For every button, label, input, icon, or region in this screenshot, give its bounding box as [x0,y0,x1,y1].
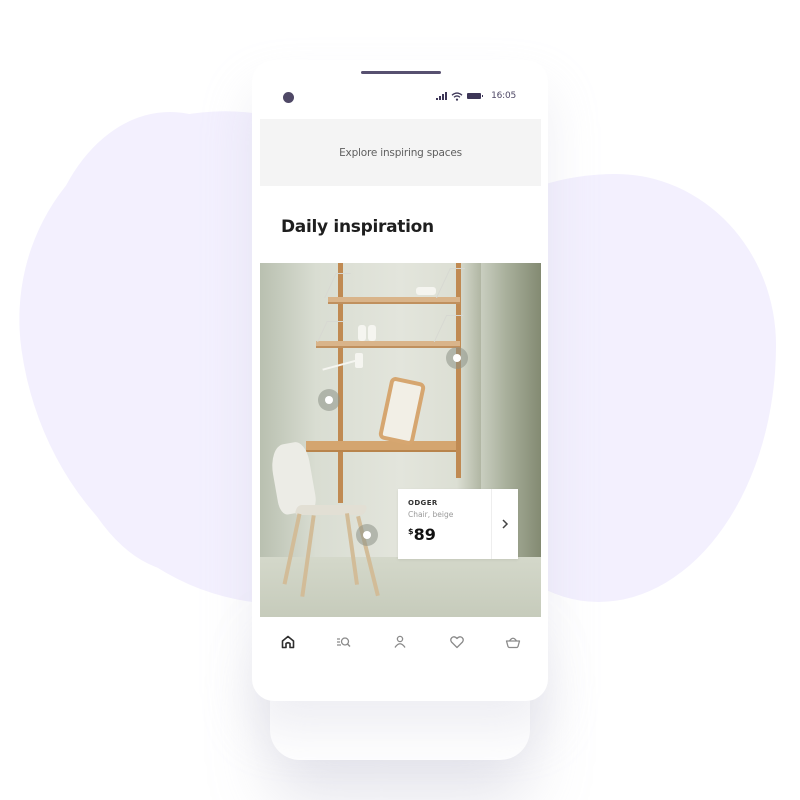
home-icon [281,635,295,649]
signal-icon [436,92,448,100]
mirror [377,375,427,447]
product-name: ODGER [408,499,438,507]
status-bar: 16:05 [436,89,516,103]
price-currency: $ [408,527,414,536]
basket-icon [505,637,520,649]
product-card[interactable]: ODGER Chair, beige $89 [398,489,518,559]
nav-favorites[interactable] [442,630,472,654]
bottle [358,325,366,341]
inspiration-photo[interactable]: ODGER Chair, beige $89 [260,263,541,617]
shelf-hotspot[interactable] [446,347,468,369]
speaker-bar [361,71,441,74]
jars [416,287,436,295]
wall-desk [306,441,456,452]
explore-label: Explore inspiring spaces [339,146,462,159]
bottle [368,325,376,341]
chair-seat [294,505,368,515]
phone-mockup: 16:05 Explore inspiring spaces Daily ins… [252,60,548,701]
explore-banner[interactable]: Explore inspiring spaces [260,119,541,186]
shelf-middle [316,341,460,348]
shelf-top [328,297,460,304]
battery-icon [467,93,484,99]
nav-basket[interactable] [498,630,528,654]
heart-icon [449,636,464,649]
shelf-pole-right [456,263,461,478]
product-price: $89 [408,525,491,544]
price-value: 89 [413,525,436,544]
status-time: 16:05 [491,91,516,101]
product-info: ODGER Chair, beige $89 [398,489,492,559]
chair-hotspot[interactable] [356,524,378,546]
nav-home[interactable] [273,630,303,654]
search-list-icon [337,637,351,647]
lamp-hotspot[interactable] [318,389,340,411]
section-title: Daily inspiration [281,217,434,237]
product-description: Chair, beige [408,510,454,519]
shelf-bracket [324,273,351,298]
nav-search[interactable] [329,630,359,654]
wifi-icon [451,91,463,101]
nav-profile[interactable] [385,630,415,654]
front-camera [283,92,294,103]
user-icon [394,635,407,648]
chevron-right-icon[interactable] [492,489,518,559]
app-screen: Explore inspiring spaces Daily inspirati… [260,119,541,694]
bottom-navigation [260,627,541,657]
